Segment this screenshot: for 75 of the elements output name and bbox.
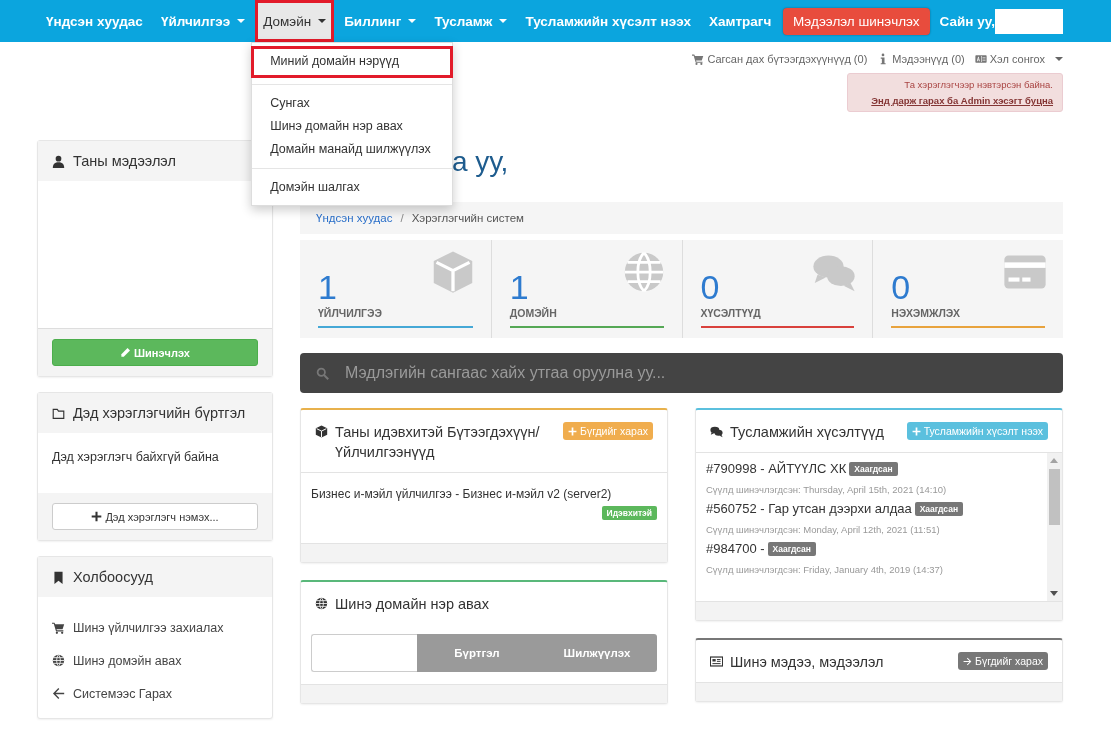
cart-icon <box>52 621 65 634</box>
panel-title: Шинэ домайн нэр авах <box>335 595 490 614</box>
domain-input-field[interactable] <box>311 634 417 672</box>
pencil-icon <box>120 347 131 358</box>
panel-title: Таны идэвхитэй Бүтээгдэхүүн/ Үйлчилгээнүүд <box>335 423 541 462</box>
ticket-updated-text: Сүүлд шинэчлэгдсэн: Monday, April 12th, 2021 (11:51) <box>706 524 941 535</box>
user-icon <box>52 154 65 168</box>
stat-value: 1 <box>318 270 337 304</box>
language-icon <box>974 53 987 65</box>
plus-icon <box>91 511 103 522</box>
breadcrumb-link[interactable]: Үндсэн хуудас <box>316 212 393 224</box>
newspaper-icon <box>710 655 723 668</box>
stat-tile[interactable]: 1 ҮЙЛЧИЛГЭЭ <box>300 240 491 338</box>
top-link[interactable]: Мэдээнүүд (0) <box>877 53 965 65</box>
folder-icon <box>52 406 65 420</box>
bookmark-icon <box>52 570 65 584</box>
panel-title: Таны мэдээлэл <box>73 153 176 169</box>
panel-title: Дэд хэрэглэгчийн бүртгэл <box>73 405 246 421</box>
page-heading: а уу, <box>452 145 509 179</box>
stat-label: ХҮСЭЛТҮҮД <box>700 307 762 319</box>
stat-label: ДОМЭЙН <box>509 307 558 319</box>
sidebar-link[interactable]: Системээс Гарах <box>52 677 258 710</box>
ticket-updated-text: Сүүлд шинэчлэгдсэн: Friday, January 4th, 2019 (14:37) <box>706 564 945 575</box>
stat-value: 0 <box>891 270 911 304</box>
stat-label: ҮЙЛЧИЛГЭЭ <box>318 307 383 319</box>
status-label: Идэвхитэй <box>601 506 657 520</box>
globe-icon <box>315 597 328 610</box>
sidebar-link[interactable]: Шинэ домэйн авах <box>52 644 258 677</box>
dropdown-item[interactable]: Шинэ домайн нэр авах <box>252 115 453 138</box>
plus-icon <box>911 426 921 436</box>
ticket-title[interactable]: #984700 - <box>706 541 765 556</box>
product-name[interactable]: Бизнес и-мэйл үйлчилгээ - Бизнес и-мэйл v2 (server2) <box>311 487 612 501</box>
scrollbar[interactable] <box>1047 453 1062 601</box>
ticket-title[interactable]: #790998 - АЙТҮҮЛС ХК <box>706 461 847 476</box>
arrow-right-icon <box>963 656 972 666</box>
dropdown-item[interactable]: Домайн манайд шилжүүлэх <box>252 138 453 161</box>
status-label: Хаагдсан <box>914 501 964 516</box>
alert-text: Та хэрэглэгчээр нэвтэрсэн байна. <box>904 79 1053 90</box>
plus-icon <box>568 426 577 436</box>
breadcrumb-separator: / <box>400 212 404 224</box>
cube-icon <box>315 425 328 438</box>
sidebar-link[interactable]: Шинэ үйлчилгээ захиалах <box>52 611 258 644</box>
stat-tile[interactable]: 0 ХҮСЭЛТҮҮД <box>681 240 873 338</box>
panel-title: Шинэ мэдээ, мэдээлэл <box>730 653 885 672</box>
stat-tile[interactable]: 0 НЭХЭМЖЛЭХ <box>872 240 1063 338</box>
panel-title: Тусламжийн хүсэлтүүд <box>730 423 885 442</box>
stat-value: 1 <box>509 270 529 304</box>
view-all-button[interactable]: Бүгдийг харах <box>958 652 1048 670</box>
cart-icon <box>692 53 705 65</box>
greeting-text: Сайн уу, <box>939 13 995 29</box>
dropdown-item[interactable]: Домэйн шалгах <box>252 176 453 199</box>
stat-label: НЭХЭМЖЛЭХ <box>891 307 962 319</box>
globe-icon <box>52 654 65 667</box>
arrow-left-icon <box>52 687 65 700</box>
panel-title: Холбоосууд <box>73 569 153 585</box>
search-icon <box>316 367 329 380</box>
nav-menu-item[interactable]: Домэйн <box>255 0 335 42</box>
add-subuser-button[interactable]: Дэд хэрэглэгч нэмэх... <box>52 503 258 530</box>
dropdown-item[interactable]: Сунгах <box>252 92 453 115</box>
redacted-block <box>995 8 1063 34</box>
ticket-updated-text: Сүүлд шинэчлэгдсэн: Thursday, April 15th, 2021 (14:10) <box>706 484 948 495</box>
status-label: Хаагдсан <box>849 461 898 476</box>
top-link[interactable]: Сагсан дах бүтээгдэхүүнүүд (0) <box>692 53 868 65</box>
stat-tile[interactable]: 1 ДОМЭЙН <box>490 240 682 338</box>
stat-value: 0 <box>700 270 720 304</box>
status-label: Хаагдсан <box>767 541 816 556</box>
top-link[interactable]: Хэл сонгох <box>974 53 1063 65</box>
ticket-title[interactable]: #560752 - Гар утсан дээрхи алдаа <box>706 501 912 516</box>
update-info-button[interactable]: Мэдээлэл шинэчлэх <box>782 7 930 35</box>
dropdown-item[interactable]: Миний домайн нэрүүд <box>252 47 453 77</box>
empty-message: Дэд хэрэглэгч байхгүй байна <box>52 450 219 464</box>
breadcrumb-current: Хэрэглэгчийн систем <box>411 212 524 224</box>
admin-return-link[interactable]: Энд дарж гарах ба Admin хэсэгт буцна <box>871 95 1053 106</box>
speech-bubbles-icon <box>710 425 723 438</box>
knowledgebase-search-field[interactable]: Мэдлэгийн сангаас хайх утгаа оруулна уу... <box>300 353 1063 393</box>
